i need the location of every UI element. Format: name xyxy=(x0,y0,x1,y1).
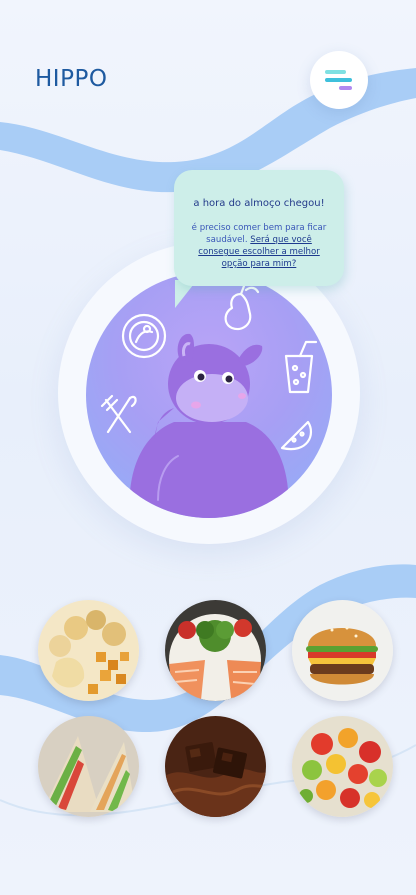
plate-icon xyxy=(121,313,167,359)
mascot-circle xyxy=(86,272,332,518)
hippo-mascot xyxy=(129,333,289,518)
pear-icon xyxy=(224,284,260,331)
salmon-rice-bowl-icon xyxy=(165,600,266,701)
food-option-fruit-salad[interactable] xyxy=(292,716,393,817)
fork-knife-icon xyxy=(100,394,137,434)
speech-bubble: a hora do almoço chegou! é preciso comer… xyxy=(174,170,344,286)
sandwich-icon xyxy=(38,716,139,817)
menu-line-icon xyxy=(325,78,352,82)
chocolate-icon xyxy=(165,716,266,817)
app-title: HIPPO xyxy=(35,66,108,92)
menu-button[interactable] xyxy=(310,51,368,109)
menu-line-icon xyxy=(325,70,346,74)
app-screen: HIPPO a hora do almoço chegou! é preciso… xyxy=(0,0,416,895)
food-option-sandwich[interactable] xyxy=(38,716,139,817)
bubble-body: é preciso comer bem para ficar saudável.… xyxy=(188,222,330,270)
menu-line-icon xyxy=(339,86,352,90)
watermelon-icon xyxy=(280,420,313,451)
bubble-heading: a hora do almoço chegou! xyxy=(193,198,325,209)
food-option-chocolate[interactable] xyxy=(165,716,266,817)
food-option-salmon-bowl[interactable] xyxy=(165,600,266,701)
fruit-salad-icon xyxy=(292,716,393,817)
food-option-chips[interactable] xyxy=(38,600,139,701)
food-option-burger[interactable] xyxy=(292,600,393,701)
chips-snacks-icon xyxy=(38,600,139,701)
hamburger-icon xyxy=(292,600,393,701)
juice-cup-icon xyxy=(284,340,318,394)
